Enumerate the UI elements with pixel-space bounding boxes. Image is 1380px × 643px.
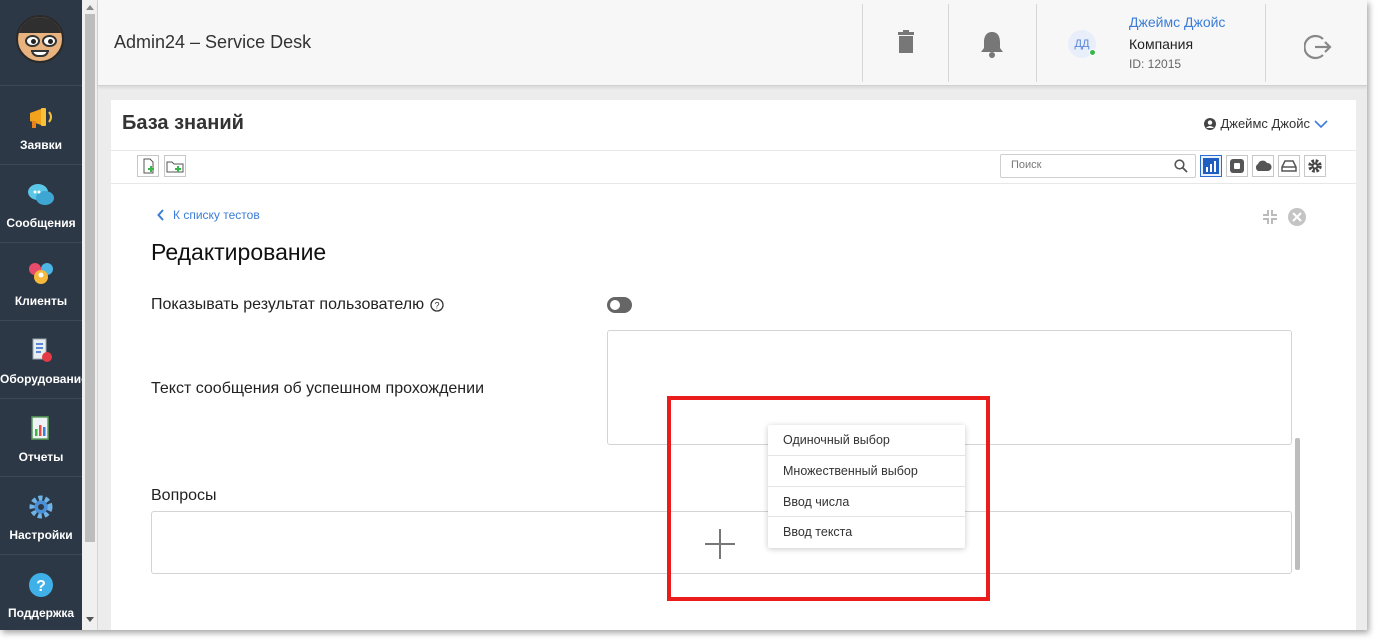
user-menu[interactable]: Джеймс Джойс [1204, 116, 1328, 131]
bell-icon [981, 32, 1003, 58]
notifications-button[interactable] [949, 4, 1035, 82]
sidebar-item-clients[interactable]: Клиенты [0, 243, 82, 321]
divider [111, 183, 1356, 184]
sidebar-item-messages[interactable]: Сообщения [0, 165, 82, 243]
edit-heading: Редактирование [151, 239, 327, 265]
user-name-link[interactable]: Джеймс Джойс [1129, 14, 1225, 30]
new-file-icon [143, 158, 154, 174]
app-window: Заявки Сообщения Клиенты Оборудование От… [0, 0, 1367, 630]
cloud-button[interactable] [1252, 155, 1274, 177]
questions-label: Вопросы [151, 487, 217, 504]
search-input[interactable] [1011, 159, 1161, 171]
divider [111, 150, 1356, 151]
report-chart-icon [31, 416, 49, 440]
folder-add-icon [166, 161, 184, 173]
drive-button[interactable] [1278, 155, 1300, 177]
sidebar-item-label: Заявки [20, 138, 62, 152]
sidebar-item-equipment[interactable]: Оборудование [0, 321, 88, 399]
sidebar-item-settings[interactable]: Настройки [0, 477, 82, 555]
gear-icon [29, 495, 53, 519]
logo[interactable] [0, 0, 82, 86]
menu-item-text-input[interactable]: Ввод текста [768, 517, 965, 548]
sidebar-item-label: Отчеты [18, 450, 64, 464]
search-icon[interactable] [1174, 159, 1188, 173]
scroll-up-icon[interactable] [86, 5, 94, 10]
svg-text:?: ? [435, 301, 440, 311]
back-link-label: К списку тестов [173, 208, 260, 222]
sidebar-item-reports[interactable]: Отчеты [0, 399, 82, 477]
sidebar-item-label: Поддержка [7, 606, 75, 620]
equipment-icon [32, 338, 52, 362]
scroll-down-icon[interactable] [86, 617, 94, 622]
question-icon: ? [29, 573, 53, 597]
gear-icon [1308, 159, 1322, 173]
sidebar-item-tickets[interactable]: Заявки [0, 87, 82, 165]
avatar[interactable]: ДД [1068, 30, 1096, 58]
menu-item-multiple-choice[interactable]: Множественный выбор [768, 456, 965, 487]
cartoon-face-icon [16, 15, 64, 63]
app-title: Admin24 – Service Desk [114, 32, 312, 52]
chat-bubbles-icon [28, 184, 54, 205]
cloud-icon [1255, 160, 1272, 171]
menu-item-single-choice[interactable]: Одиночный выбор [768, 425, 965, 456]
menu-item-number-input[interactable]: Ввод числа [768, 487, 965, 518]
chevron-left-icon [157, 209, 164, 221]
search-box [1000, 154, 1196, 178]
page-title: База знаний [122, 112, 244, 134]
back-to-tests-link[interactable]: К списку тестов [157, 208, 260, 222]
top-bar: Admin24 – Service Desk ДД Джеймс Джойс К… [98, 0, 1367, 86]
page-scrollbar[interactable] [82, 0, 98, 630]
trash-button[interactable] [863, 4, 949, 82]
content-panel: База знаний Джеймс Джойс Поиск К списку … [111, 100, 1356, 630]
bar-chart-icon [1203, 158, 1219, 174]
trash-icon [898, 30, 914, 53]
chevron-down-icon [1314, 119, 1328, 128]
blog-icon [1230, 159, 1244, 173]
sidebar-item-label: Оборудование [0, 372, 88, 386]
clients-icon [29, 263, 53, 284]
user-menu-label: Джеймс Джойс [1220, 116, 1310, 131]
user-id: ID: 12015 [1129, 57, 1182, 71]
hard-drive-icon [1281, 160, 1297, 172]
user-circle-icon [1204, 117, 1217, 130]
sidebar: Заявки Сообщения Клиенты Оборудование От… [0, 0, 88, 630]
success-text-label: Текст сообщения об успешном прохождении [151, 380, 485, 397]
help-icon[interactable]: ? [430, 298, 444, 312]
collapse-icon[interactable] [1261, 208, 1279, 226]
scrollbar-thumb[interactable] [85, 14, 95, 542]
user-company: Компания [1129, 36, 1194, 52]
sidebar-item-label: Клиенты [14, 294, 68, 308]
question-type-menu: Одиночный выбор Множественный выбор Ввод… [768, 425, 965, 548]
online-status-dot [1089, 49, 1096, 56]
content-scrollbar[interactable] [1295, 438, 1300, 570]
add-question-button[interactable] [703, 527, 737, 561]
avatar-initials: ДД [1074, 38, 1090, 50]
show-result-toggle[interactable] [607, 297, 632, 313]
megaphone-icon [30, 108, 52, 128]
logout-icon [1304, 34, 1332, 60]
new-document-button[interactable] [137, 155, 159, 177]
sidebar-item-label: Сообщения [6, 216, 76, 230]
settings-button[interactable] [1304, 155, 1326, 177]
logout-button[interactable] [1266, 4, 1365, 82]
show-result-label: Показывать результат пользователю [151, 296, 425, 313]
svg-text:?: ? [36, 578, 46, 595]
new-folder-button[interactable] [164, 155, 186, 177]
view-list-button[interactable] [1226, 155, 1248, 177]
sidebar-item-label: Настройки [9, 528, 73, 542]
close-icon[interactable] [1287, 207, 1307, 227]
view-stats-button[interactable] [1200, 155, 1222, 177]
sidebar-item-support[interactable]: ? Поддержка [0, 555, 82, 630]
show-result-row: Показывать результат пользователю ? [151, 296, 444, 314]
